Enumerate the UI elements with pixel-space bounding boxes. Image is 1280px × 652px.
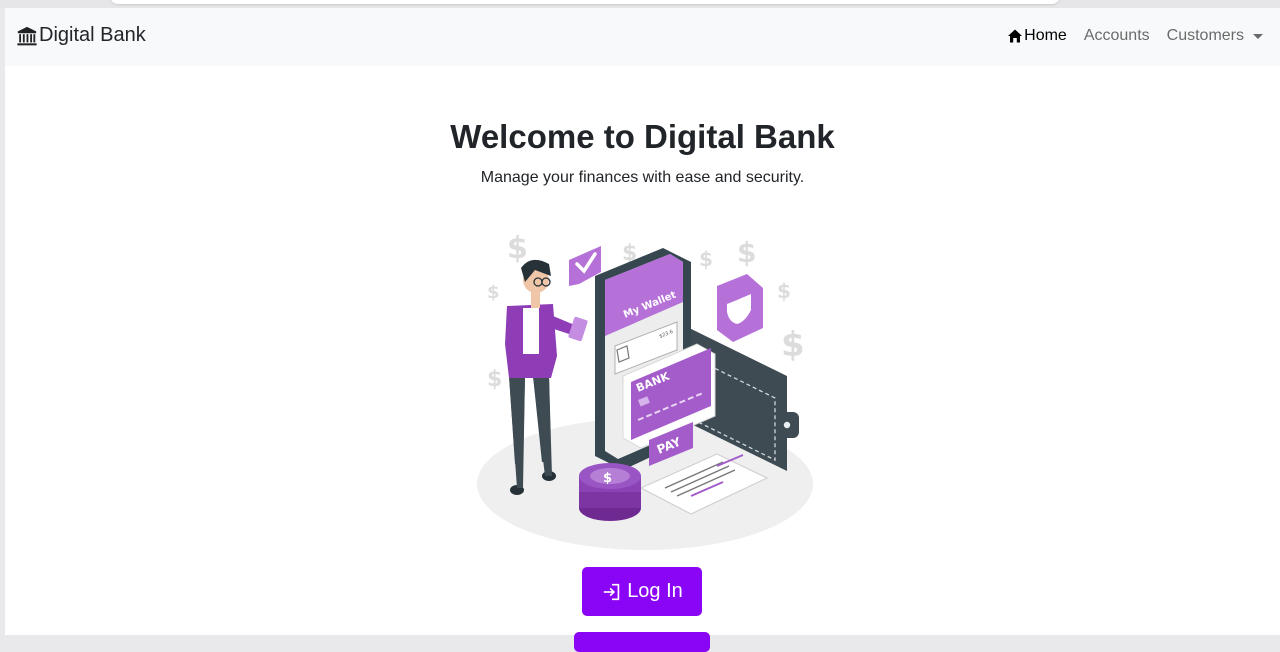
secondary-button-partial[interactable] [574, 632, 710, 652]
nav-customers-label: Customers [1166, 27, 1244, 44]
svg-text:$: $ [777, 279, 791, 303]
page-subtitle: Manage your finances with ease and secur… [480, 169, 805, 186]
nav-accounts[interactable]: Accounts [1084, 27, 1150, 45]
coin-dollar-icon: $ [603, 471, 612, 486]
svg-text:$: $ [699, 247, 713, 271]
svg-text:$: $ [487, 282, 500, 303]
svg-text:$: $ [781, 325, 805, 365]
login-icon [603, 583, 620, 600]
shield-icon [717, 274, 763, 342]
navbar: Digital Bank Home Accounts Customers [5, 8, 1280, 66]
brand-label: Digital Bank [39, 24, 146, 46]
nav-home-label: Home [1024, 27, 1067, 44]
browser-address-bar[interactable] [110, 0, 1060, 4]
chevron-down-icon [1253, 33, 1263, 39]
bank-icon [17, 26, 37, 45]
svg-text:$: $ [737, 236, 756, 269]
nav-accounts-label: Accounts [1083, 27, 1150, 44]
nav-customers-dropdown[interactable]: Customers [1167, 27, 1263, 45]
svg-text:$: $ [507, 231, 528, 266]
login-button[interactable]: Log In [582, 567, 702, 616]
login-label: Log In [627, 580, 683, 602]
page-title: Welcome to Digital Bank [450, 118, 835, 155]
nav-home[interactable]: Home [1007, 27, 1067, 45]
home-icon [1008, 29, 1023, 43]
svg-text:$: $ [487, 367, 502, 392]
nav-links: Home Accounts Customers [1007, 27, 1263, 45]
coin-stack: $ [579, 463, 641, 521]
navbar-brand[interactable]: Digital Bank [16, 24, 146, 47]
digital-wallet-illustration: $ $ $ $ $ $ $ $ My Wallet $23.6 BANK PAY… [477, 231, 813, 550]
page-frame: Digital Bank Home Accounts Customers Wel… [5, 8, 1280, 652]
